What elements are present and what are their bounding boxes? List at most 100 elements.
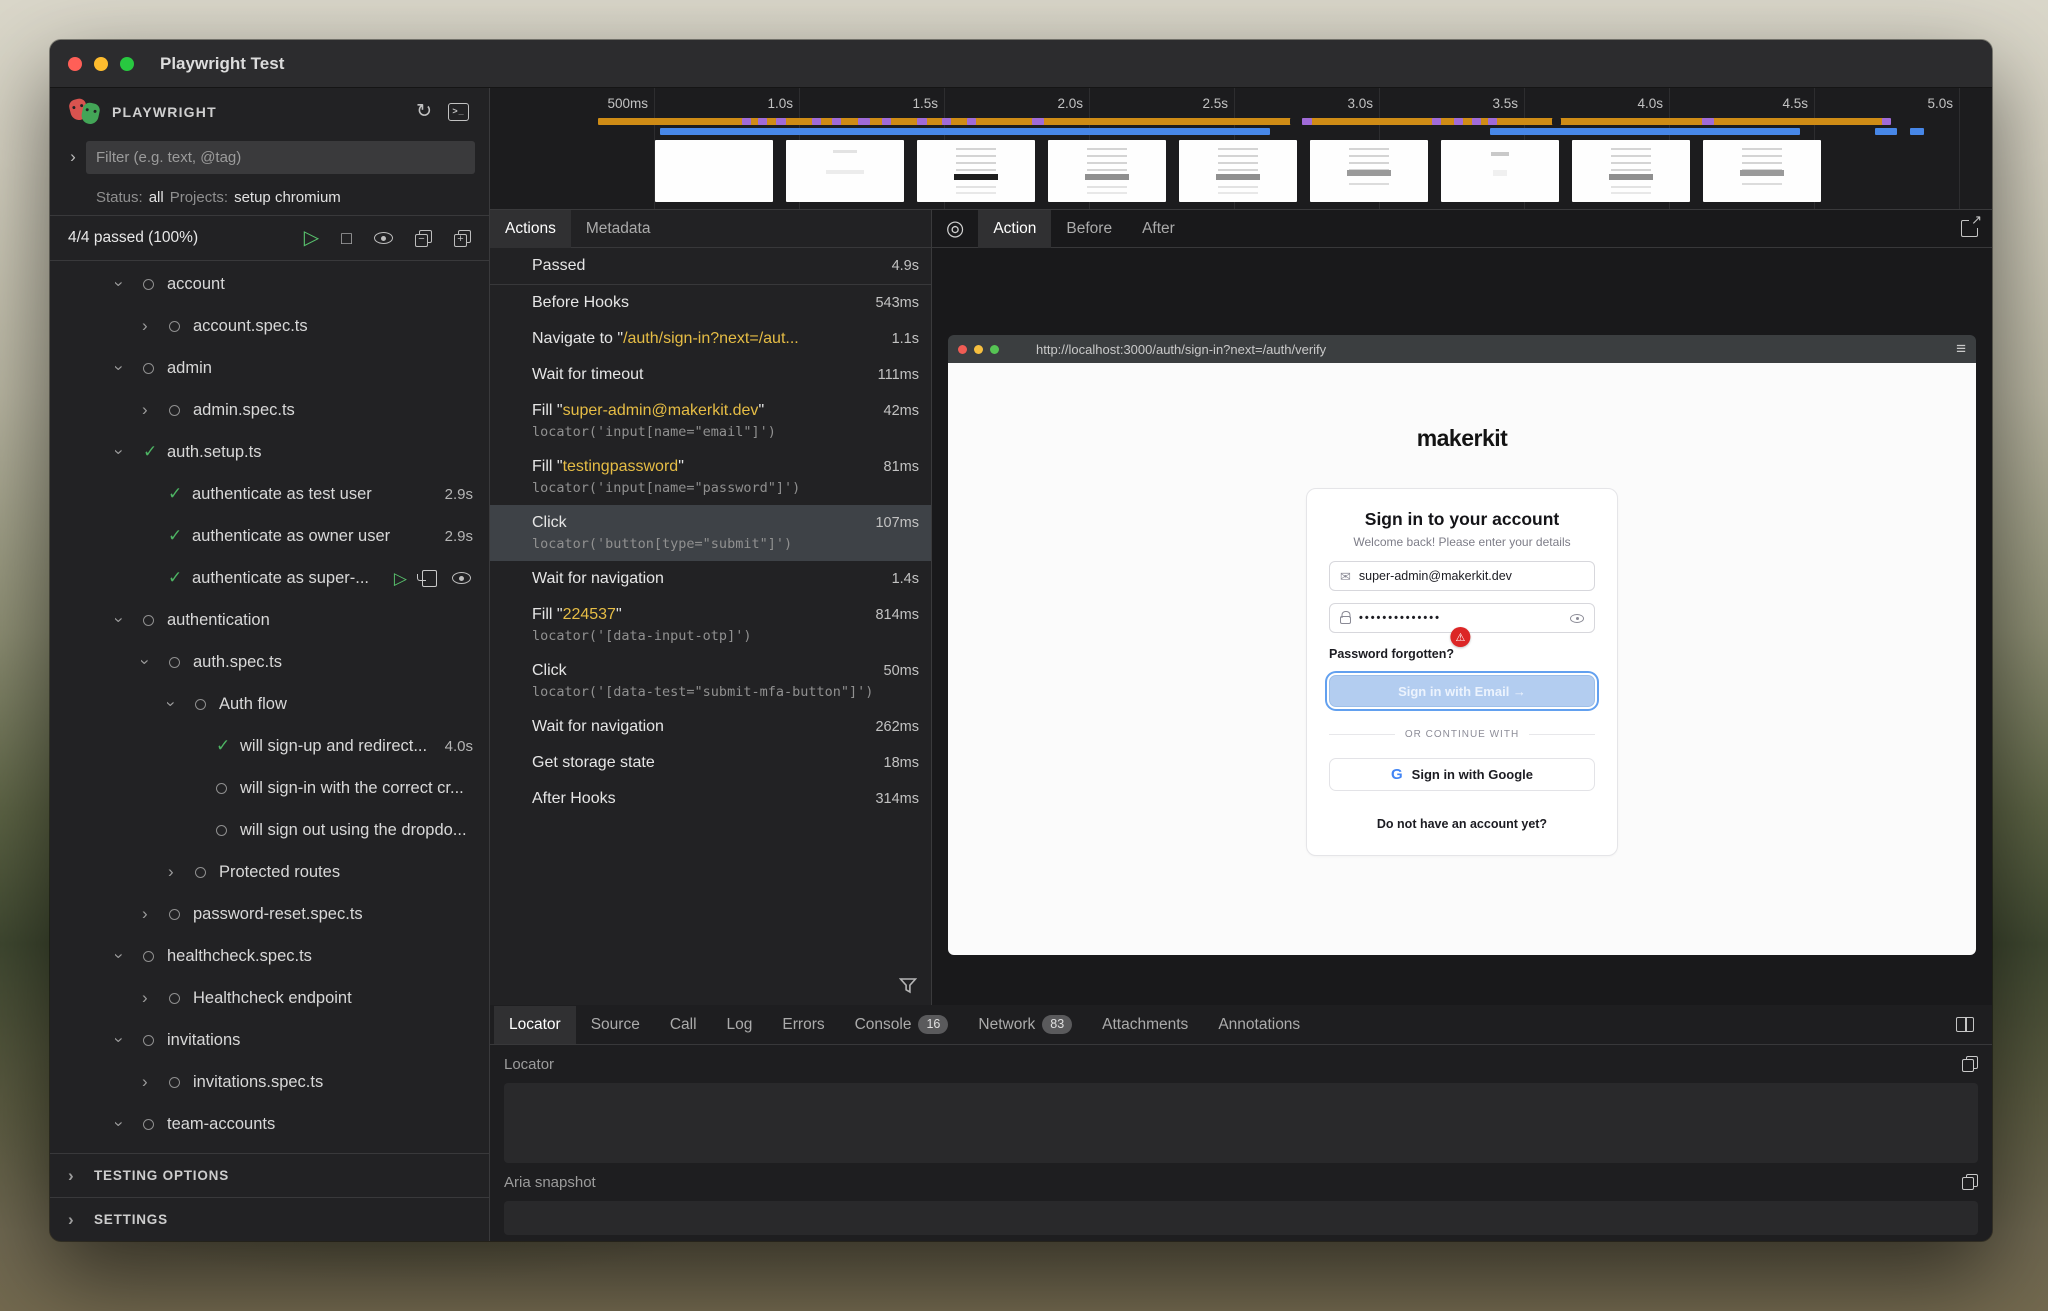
tree-row[interactable]: authentication xyxy=(50,599,489,641)
trace-timeline[interactable]: 500ms 1.0s 1.5s 2.0s xyxy=(490,88,1992,210)
projects-value[interactable]: setup chromium xyxy=(234,189,341,206)
refresh-icon[interactable]: ↻ xyxy=(416,102,432,121)
tree-row[interactable]: Auth flow xyxy=(50,683,489,725)
bottom-panel-tab[interactable]: Network 83 xyxy=(963,1006,1087,1044)
terminal-icon[interactable]: >_ xyxy=(448,103,469,121)
bottom-panel-tab[interactable]: Console 16 xyxy=(840,1006,964,1044)
tree-row[interactable]: will sign-up and redirect... 4.0s xyxy=(50,725,489,767)
tree-chevron-icon[interactable] xyxy=(142,652,169,672)
tree-row[interactable]: admin.spec.ts xyxy=(50,389,489,431)
tree-row[interactable]: password-reset.spec.ts xyxy=(50,893,489,935)
bottom-panel-tab[interactable]: Locator xyxy=(494,1006,576,1044)
stop-tests-icon[interactable]: □ xyxy=(341,229,352,247)
aria-snapshot-editor[interactable] xyxy=(504,1201,1978,1235)
tree-row[interactable]: authenticate as super-... ▷ xyxy=(50,557,489,599)
tree-chevron-icon[interactable] xyxy=(116,274,143,294)
actions-panel-tab[interactable]: Actions xyxy=(490,210,571,248)
tree-row[interactable]: Protected routes xyxy=(50,851,489,893)
tree-chevron-icon[interactable] xyxy=(142,316,169,336)
snapshot-tab[interactable]: Action xyxy=(978,210,1051,248)
pick-locator-icon[interactable]: ◎ xyxy=(946,216,964,241)
bottom-panel-tab[interactable]: Errors xyxy=(767,1006,839,1044)
action-row[interactable]: Navigate to "/auth/sign-in?next=/aut... … xyxy=(490,321,931,357)
tree-row[interactable]: will sign out using the dropdo... xyxy=(50,809,489,851)
tree-row[interactable]: authenticate as owner user 2.9s xyxy=(50,515,489,557)
tree-row[interactable]: invitations.spec.ts xyxy=(50,1061,489,1103)
expand-all-icon[interactable] xyxy=(454,230,471,247)
snapshot-tab[interactable]: Before xyxy=(1051,210,1127,248)
film-strip-thumbnail[interactable] xyxy=(1310,140,1428,202)
action-row[interactable]: Before Hooks 543ms xyxy=(490,285,931,321)
sidebar-section-header[interactable]: TESTING OPTIONS xyxy=(50,1153,489,1197)
bottom-panel-tab[interactable]: Source xyxy=(576,1006,655,1044)
action-row[interactable]: Fill "224537" 814ms locator('[data-input… xyxy=(490,597,931,653)
run-test-icon[interactable]: ▷ xyxy=(394,570,407,587)
tree-chevron-icon[interactable] xyxy=(142,904,169,924)
tree-row[interactable]: authenticate as test user 2.9s xyxy=(50,473,489,515)
bottom-panel-tab[interactable]: Annotations xyxy=(1203,1006,1315,1044)
tree-chevron-icon[interactable] xyxy=(116,1114,143,1134)
tree-row[interactable]: auth.setup.ts xyxy=(50,431,489,473)
action-row[interactable]: Fill "testingpassword" 81ms locator('inp… xyxy=(490,449,931,505)
tree-chevron-icon[interactable] xyxy=(116,946,143,966)
tree-row[interactable]: account xyxy=(50,263,489,305)
tree-row[interactable]: team-accounts xyxy=(50,1103,489,1145)
action-row[interactable]: Click 107ms locator('button[type="submit… xyxy=(490,505,931,561)
film-strip-thumbnail[interactable] xyxy=(1441,140,1559,202)
bottom-panel-tab[interactable]: Attachments xyxy=(1087,1006,1203,1044)
action-row[interactable]: Fill "super-admin@makerkit.dev" 42ms loc… xyxy=(490,393,931,449)
tree-chevron-icon[interactable] xyxy=(116,442,143,462)
tree-row[interactable]: invitations xyxy=(50,1019,489,1061)
action-row[interactable]: Get storage state 18ms xyxy=(490,745,931,781)
tree-row[interactable]: will sign-in with the correct cr... xyxy=(50,767,489,809)
tree-row[interactable]: healthcheck.spec.ts xyxy=(50,935,489,977)
tree-row[interactable]: account.spec.ts xyxy=(50,305,489,347)
copy-aria-icon[interactable] xyxy=(1962,1174,1978,1190)
tree-chevron-icon[interactable] xyxy=(168,694,195,714)
snapshot-tab[interactable]: After xyxy=(1127,210,1190,248)
film-strip-thumbnail[interactable] xyxy=(917,140,1035,202)
tree-chevron-icon[interactable] xyxy=(142,400,169,420)
bottom-panel-tab[interactable]: Call xyxy=(655,1006,712,1044)
tree-row[interactable]: auth.spec.ts xyxy=(50,641,489,683)
action-row[interactable]: After Hooks 314ms xyxy=(490,781,931,817)
tree-chevron-icon[interactable] xyxy=(116,610,143,630)
bottom-panel-tab[interactable]: Log xyxy=(712,1006,768,1044)
minimize-window-button[interactable] xyxy=(94,57,108,71)
tree-chevron-icon[interactable] xyxy=(168,862,195,882)
sidebar-section-header[interactable]: SETTINGS xyxy=(50,1197,489,1241)
action-filter-icon[interactable] xyxy=(899,977,917,999)
film-strip-thumbnail[interactable] xyxy=(1048,140,1166,202)
tree-chevron-icon[interactable] xyxy=(142,988,169,1008)
pop-out-icon[interactable] xyxy=(1961,220,1978,237)
film-strip-thumbnail[interactable] xyxy=(1179,140,1297,202)
tree-chevron-icon[interactable] xyxy=(116,358,143,378)
copy-locator-icon[interactable] xyxy=(1962,1056,1978,1072)
watch-test-icon[interactable] xyxy=(452,572,471,584)
action-row[interactable]: Wait for navigation 1.4s xyxy=(490,561,931,597)
tree-row[interactable]: admin xyxy=(50,347,489,389)
film-strip-thumbnail[interactable] xyxy=(655,140,773,202)
tree-row[interactable]: Healthcheck endpoint xyxy=(50,977,489,1019)
collapse-chevron-icon[interactable]: › xyxy=(60,147,86,167)
tree-chevron-icon[interactable] xyxy=(142,1072,169,1092)
action-row[interactable]: Click 50ms locator('[data-test="submit-m… xyxy=(490,653,931,709)
tree-chevron-icon[interactable] xyxy=(116,1030,143,1050)
action-row[interactable]: Wait for navigation 262ms xyxy=(490,709,931,745)
action-row[interactable]: Passed 4.9s xyxy=(490,248,931,285)
zoom-window-button[interactable] xyxy=(120,57,134,71)
collapse-all-icon[interactable] xyxy=(415,230,432,247)
actions-panel-tab[interactable]: Metadata xyxy=(571,210,666,248)
run-tests-icon[interactable]: ▷ xyxy=(304,228,319,248)
locator-editor[interactable] xyxy=(504,1083,1978,1163)
split-view-icon[interactable] xyxy=(1956,1017,1974,1032)
film-strip-thumbnail[interactable] xyxy=(1703,140,1821,202)
action-row[interactable]: Wait for timeout 111ms xyxy=(490,357,931,393)
status-value[interactable]: all xyxy=(149,189,164,206)
watch-all-icon[interactable] xyxy=(374,232,393,244)
close-window-button[interactable] xyxy=(68,57,82,71)
source-file-icon[interactable] xyxy=(422,570,437,587)
filter-input[interactable] xyxy=(86,141,475,174)
film-strip-thumbnail[interactable] xyxy=(786,140,904,202)
film-strip-thumbnail[interactable] xyxy=(1572,140,1690,202)
